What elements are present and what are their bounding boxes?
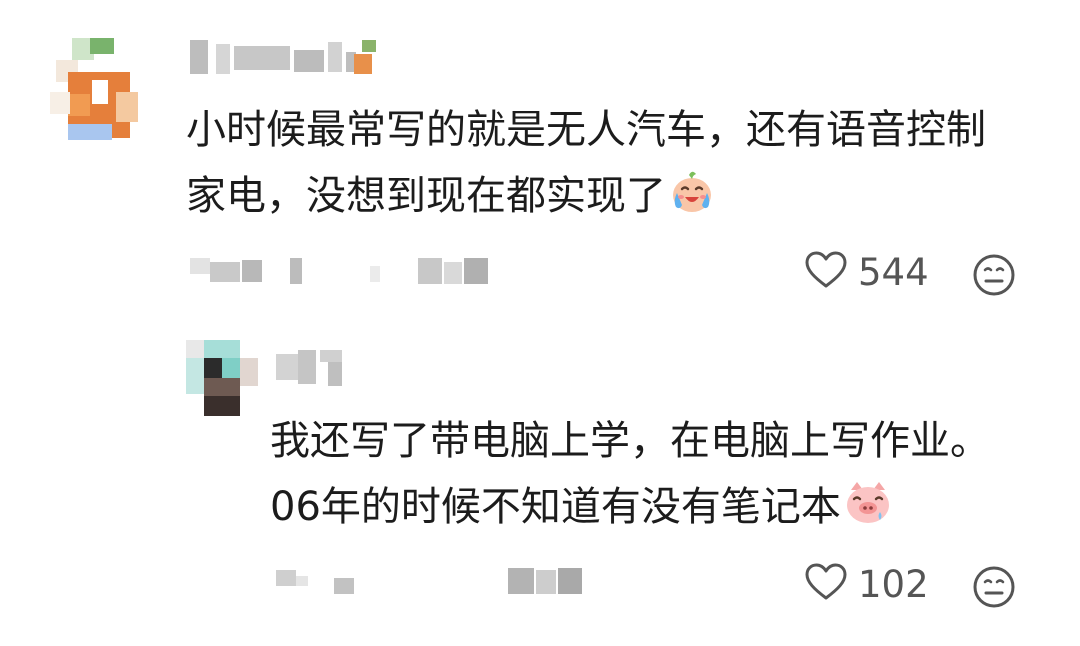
- like-button[interactable]: 544: [804, 250, 929, 294]
- comment-meta: [190, 258, 510, 284]
- neutral-face-icon[interactable]: [972, 253, 1016, 301]
- like-count: 102: [858, 562, 929, 606]
- avatar[interactable]: [186, 340, 258, 416]
- pig-face-emoji: [843, 478, 893, 546]
- comment-text-line: 小时候最常写的就是无人汽车，还有语音控制: [186, 107, 986, 153]
- neutral-face-icon[interactable]: [972, 565, 1016, 613]
- heart-outline-icon: [804, 250, 848, 294]
- like-button[interactable]: 102: [804, 562, 929, 606]
- comment-meta: [276, 568, 596, 594]
- heart-outline-icon: [804, 562, 848, 606]
- username[interactable]: [276, 350, 356, 386]
- comment-item: 小时候最常写的就是无人汽车，还有语音控制 家电，没想到现在都实现了 544: [0, 0, 1080, 310]
- avatar[interactable]: [46, 32, 142, 144]
- comment-text: 我还写了带电脑上学，在电脑上写作业。 06年的时候不知道有没有笔记本: [270, 408, 990, 546]
- comment-text-line: 06年的时候不知道有没有笔记本: [270, 474, 990, 546]
- reply-item: 我还写了带电脑上学，在电脑上写作业。 06年的时候不知道有没有笔记本 102: [0, 310, 1080, 646]
- comment-text: 小时候最常写的就是无人汽车，还有语音控制 家电，没想到现在都实现了: [186, 97, 986, 235]
- crying-face-emoji: [668, 167, 716, 235]
- username[interactable]: [190, 40, 390, 74]
- like-count: 544: [858, 250, 929, 294]
- comment-text-line: 我还写了带电脑上学，在电脑上写作业。: [270, 418, 990, 464]
- comment-text-line: 家电，没想到现在都实现了: [186, 163, 986, 235]
